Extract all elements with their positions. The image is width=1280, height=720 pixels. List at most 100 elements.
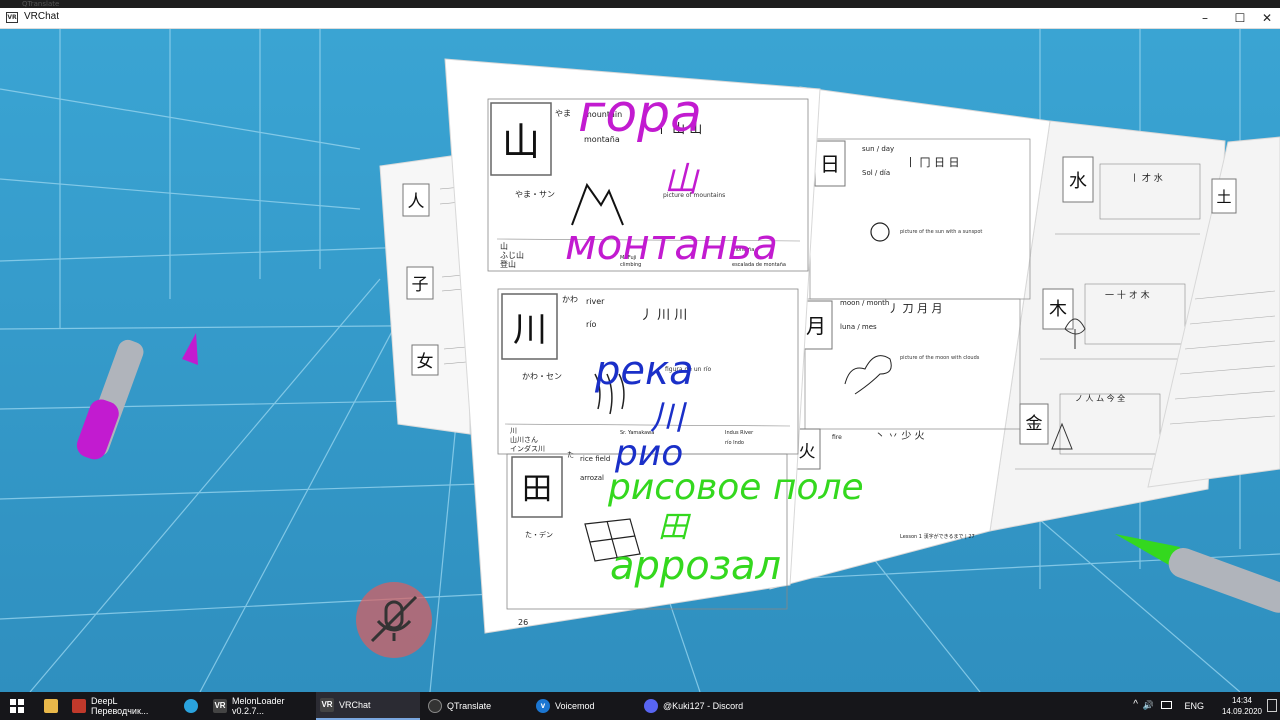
- window-titlebar[interactable]: VR VRChat – ☐ ✕: [0, 8, 1280, 29]
- main-kanji-2-meaning-es: río: [586, 320, 597, 329]
- main-kanji-2-strokes: 丿 川 川: [640, 308, 687, 323]
- far-right-kanji-3: 金: [1026, 414, 1043, 434]
- taskbar-item-label: MelonLoader v0.2.7...: [232, 696, 285, 716]
- taskbar: DeepL Переводчик... VR MelonLoader v0.2.…: [0, 692, 1280, 720]
- right-kanji-1-meaning: sun / day: [862, 145, 894, 153]
- background-window-strip: QTranslate: [0, 0, 1280, 8]
- annotation-reka: река: [594, 348, 694, 394]
- main-kanji-2-compound-1: 川: [510, 427, 517, 435]
- volume-icon[interactable]: 🔊: [1143, 700, 1154, 711]
- far-right-kanji-1: 水: [1069, 171, 1087, 192]
- main-kanji-3-reading: た: [567, 451, 574, 459]
- taskbar-item-label: @Kuki127 - Discord: [663, 701, 744, 711]
- folder-icon: [44, 699, 58, 713]
- main-kanji-3-meaning: rice field: [580, 455, 610, 463]
- main-kanji-3-kana: た・デン: [525, 530, 553, 539]
- annotation-montanya: монтаньа: [565, 220, 778, 269]
- game-viewport[interactable]: 人 子 女 水 丨 才 水 木 一 十 オ 木 金 ノ 人 ム 今 全 土 日 …: [0, 29, 1280, 692]
- main-kanji-3: 田: [522, 472, 552, 507]
- taskbar-item-vrchat[interactable]: VR VRChat: [316, 692, 420, 720]
- right-kanji-3-strokes: 丶 丷 少 火: [875, 430, 925, 442]
- minimize-button[interactable]: –: [1190, 8, 1220, 28]
- left-kanji-1: 人: [408, 192, 425, 212]
- mic-muted-icon: [356, 582, 432, 658]
- telegram-icon: [184, 699, 198, 713]
- right-kanji-2-picture: picture of the moon with clouds: [900, 355, 980, 361]
- main-kanji-2-compound-2: 山川さん: [510, 435, 538, 444]
- main-kanji-2-cell-3: río Indo: [725, 439, 744, 446]
- left-kanji-2: 子: [412, 275, 429, 295]
- main-kanji-1-kana: やま・サン: [515, 190, 555, 199]
- clock[interactable]: 14:34 14.09.2020: [1222, 695, 1262, 717]
- far-right-strokes-2: 一 十 オ 木: [1105, 289, 1150, 301]
- vrchat-app-icon: VR: [6, 12, 18, 23]
- voicemod-icon: v: [536, 699, 550, 713]
- notification-icon[interactable]: [1267, 699, 1277, 712]
- deepl-icon: [72, 699, 86, 713]
- right-kanji-2: 月: [806, 314, 826, 338]
- discord-icon: [644, 699, 658, 713]
- qtranslate-icon: [428, 699, 442, 713]
- taskbar-item-label: DeepL Переводчик...: [91, 696, 149, 716]
- main-kanji-2-kana: かわ・セン: [522, 372, 562, 381]
- far-right-2-kanji: 土: [1216, 188, 1231, 206]
- annotation-ta-kanji: 田: [658, 510, 691, 545]
- maximize-button[interactable]: ☐: [1225, 8, 1255, 28]
- clock-date: 14.09.2020: [1221, 707, 1262, 716]
- tray-overflow-chevron-icon[interactable]: ^: [1133, 699, 1138, 710]
- right-kanji-1: 日: [820, 152, 840, 176]
- annotation-kawa-kanji: 川: [650, 398, 687, 438]
- annotation-arrozal: аррозал: [610, 543, 781, 589]
- network-icon[interactable]: [1161, 701, 1172, 709]
- right-kanji-1-strokes: 丨 冂 日 日: [905, 156, 960, 169]
- right-kanji-2-meaning-es: luna / mes: [840, 323, 877, 331]
- language-indicator[interactable]: ENG: [1184, 701, 1204, 711]
- windows-icon: [10, 699, 24, 713]
- right-kanji-3: 火: [799, 442, 816, 462]
- right-kanji-1-picture: picture of the sun with a sunspot: [900, 229, 982, 235]
- window-title: VRChat: [24, 11, 60, 22]
- main-kanji-1: 山: [502, 120, 540, 164]
- taskbar-item-label: VRChat: [339, 700, 371, 710]
- main-page-number: 26: [518, 618, 528, 627]
- main-kanji-2: 川: [513, 310, 547, 350]
- annotation-gora: гора: [578, 84, 702, 144]
- start-button[interactable]: [0, 692, 34, 720]
- main-kanji-1-reading: やま: [555, 109, 571, 118]
- taskbar-item-deepl[interactable]: DeepL Переводчик...: [68, 692, 172, 720]
- main-kanji-2-compound-3: インダス川: [510, 444, 545, 453]
- main-kanji-2-reading: かわ: [562, 295, 578, 304]
- background-window-title: QTranslate: [22, 0, 60, 8]
- main-kanji-1-compound-2: ふじ山: [500, 250, 524, 260]
- main-kanji-1-compound-1: 山: [500, 241, 508, 251]
- right-kanji-3-meaning: fire: [832, 434, 842, 441]
- taskbar-item-melonloader[interactable]: VR MelonLoader v0.2.7...: [209, 692, 313, 720]
- main-kanji-2-meaning: river: [586, 297, 605, 306]
- taskbar-item-telegram[interactable]: [176, 692, 206, 720]
- main-kanji-1-compound-3: 登山: [500, 259, 516, 269]
- taskbar-item-label: QTranslate: [447, 701, 492, 711]
- vr-icon: VR: [213, 699, 227, 713]
- taskbar-item-discord[interactable]: @Kuki127 - Discord: [640, 692, 752, 720]
- vr-icon: VR: [320, 698, 334, 712]
- main-kanji-2-cell-2: Indus River: [725, 430, 754, 436]
- left-kanji-3: 女: [417, 352, 434, 372]
- far-right-strokes-3: ノ 人 ム 今 全: [1075, 393, 1125, 403]
- annotation-yama-kanji: 山: [664, 160, 700, 200]
- vr-scene: 人 子 女 水 丨 才 水 木 一 十 オ 木 金 ノ 人 ム 今 全 土 日 …: [0, 29, 1280, 692]
- vrchat-window: VR VRChat – ☐ ✕ 人 子 女 水 丨 才 水 木 一 十 オ 木 …: [0, 8, 1280, 692]
- taskbar-item-label: Voicemod: [555, 701, 595, 711]
- right-page-footer: Lesson 1 漢字ができるまで | 27: [900, 533, 975, 540]
- clock-time: 14:34: [1231, 696, 1252, 705]
- right-kanji-1-meaning-es: Sol / día: [862, 169, 890, 177]
- file-explorer-button[interactable]: [36, 692, 66, 720]
- right-kanji-2-meaning: moon / month: [840, 299, 889, 307]
- taskbar-item-voicemod[interactable]: v Voicemod: [532, 692, 636, 720]
- far-right-kanji-2: 木: [1049, 299, 1067, 320]
- right-kanji-2-strokes: 丿 刀 月 月: [888, 302, 943, 315]
- main-kanji-3-meaning-es: arrozal: [580, 474, 604, 482]
- far-right-strokes-1: 丨 才 水: [1130, 172, 1163, 184]
- annotation-risovoe-pole: рисовое поле: [607, 467, 864, 508]
- taskbar-item-qtranslate[interactable]: QTranslate: [424, 692, 528, 720]
- close-button[interactable]: ✕: [1252, 8, 1280, 28]
